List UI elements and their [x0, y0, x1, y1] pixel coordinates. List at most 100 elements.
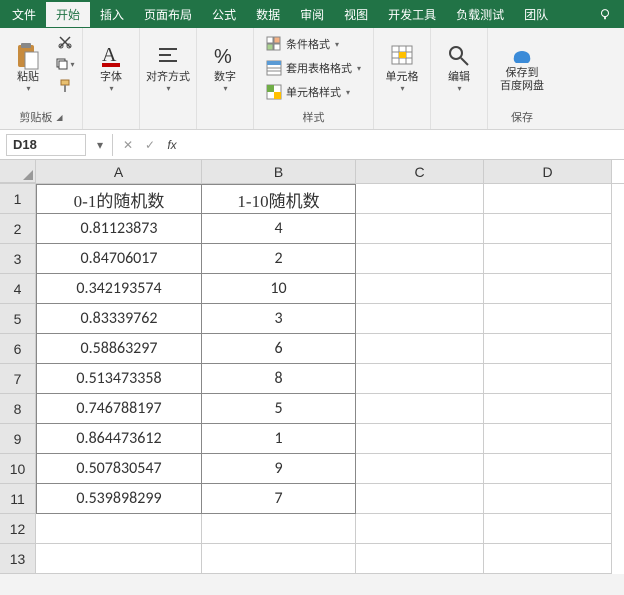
- tell-me-icon[interactable]: [588, 3, 622, 25]
- cell[interactable]: [484, 364, 612, 394]
- number-button[interactable]: % 数字▾: [203, 32, 247, 102]
- cell[interactable]: [202, 544, 356, 574]
- cell[interactable]: [356, 184, 484, 214]
- row-header[interactable]: 1: [0, 184, 36, 214]
- cell[interactable]: [36, 544, 202, 574]
- row-header[interactable]: 6: [0, 334, 36, 364]
- cell[interactable]: [484, 304, 612, 334]
- cell[interactable]: 3: [202, 304, 356, 334]
- cell[interactable]: 0.342193574: [36, 274, 202, 304]
- cell[interactable]: [356, 424, 484, 454]
- cell[interactable]: [356, 304, 484, 334]
- row-header[interactable]: 10: [0, 454, 36, 484]
- tab-dev[interactable]: 开发工具: [378, 2, 446, 27]
- tab-insert[interactable]: 插入: [90, 2, 134, 27]
- save-baidu-button[interactable]: 保存到 百度网盘: [494, 32, 550, 102]
- tab-start[interactable]: 开始: [46, 2, 90, 27]
- cell[interactable]: 10: [202, 274, 356, 304]
- cell[interactable]: 9: [202, 454, 356, 484]
- cell[interactable]: [356, 514, 484, 544]
- cell[interactable]: [356, 454, 484, 484]
- tab-data[interactable]: 数据: [246, 2, 290, 27]
- cancel-formula-icon[interactable]: ✕: [117, 138, 139, 152]
- cell[interactable]: 0.864473612: [36, 424, 202, 454]
- cell[interactable]: [484, 184, 612, 214]
- table-format-button[interactable]: 套用表格格式▾: [266, 58, 361, 78]
- cell-styles-button[interactable]: 单元格样式▾: [266, 82, 350, 102]
- conditional-format-button[interactable]: 条件格式▾: [266, 34, 339, 54]
- col-header-d[interactable]: D: [484, 160, 612, 183]
- cell[interactable]: [484, 394, 612, 424]
- cell[interactable]: [484, 274, 612, 304]
- cell[interactable]: 0.58863297: [36, 334, 202, 364]
- row-header[interactable]: 5: [0, 304, 36, 334]
- cell[interactable]: 1-10随机数: [202, 184, 356, 214]
- cell[interactable]: 0-1的随机数: [36, 184, 202, 214]
- cell[interactable]: [484, 214, 612, 244]
- enter-formula-icon[interactable]: ✓: [139, 138, 161, 152]
- tab-formula[interactable]: 公式: [202, 2, 246, 27]
- cell[interactable]: 4: [202, 214, 356, 244]
- cell[interactable]: [36, 514, 202, 544]
- row-header[interactable]: 8: [0, 394, 36, 424]
- row-header[interactable]: 9: [0, 424, 36, 454]
- copy-button[interactable]: ▾: [54, 54, 76, 74]
- col-header-a[interactable]: A: [36, 160, 202, 183]
- cell[interactable]: 0.746788197: [36, 394, 202, 424]
- alignment-button[interactable]: 对齐方式▾: [146, 32, 190, 102]
- cell[interactable]: [356, 394, 484, 424]
- tab-load[interactable]: 负载测试: [446, 2, 514, 27]
- cell[interactable]: [484, 544, 612, 574]
- row-header[interactable]: 3: [0, 244, 36, 274]
- cell[interactable]: [484, 334, 612, 364]
- row-header[interactable]: 7: [0, 364, 36, 394]
- tab-team[interactable]: 团队: [514, 2, 558, 27]
- row-header[interactable]: 13: [0, 544, 36, 574]
- cell[interactable]: [356, 274, 484, 304]
- row-header[interactable]: 12: [0, 514, 36, 544]
- select-all-corner[interactable]: [0, 160, 36, 183]
- cell[interactable]: 5: [202, 394, 356, 424]
- cell[interactable]: 8: [202, 364, 356, 394]
- tab-review[interactable]: 审阅: [290, 2, 334, 27]
- editing-button[interactable]: 编辑▾: [437, 32, 481, 102]
- cell[interactable]: 0.513473358: [36, 364, 202, 394]
- name-box[interactable]: D18: [6, 134, 86, 156]
- cell[interactable]: [356, 334, 484, 364]
- cell[interactable]: 1: [202, 424, 356, 454]
- cell[interactable]: [202, 514, 356, 544]
- row-header[interactable]: 4: [0, 274, 36, 304]
- cell[interactable]: 6: [202, 334, 356, 364]
- cell[interactable]: 0.507830547: [36, 454, 202, 484]
- row-header[interactable]: 2: [0, 214, 36, 244]
- col-header-c[interactable]: C: [356, 160, 484, 183]
- format-painter-button[interactable]: [54, 76, 76, 96]
- cell[interactable]: [356, 214, 484, 244]
- tab-layout[interactable]: 页面布局: [134, 2, 202, 27]
- cell[interactable]: 7: [202, 484, 356, 514]
- cut-button[interactable]: [54, 32, 76, 52]
- cells-button[interactable]: 单元格▾: [380, 32, 424, 102]
- tab-view[interactable]: 视图: [334, 2, 378, 27]
- fx-icon[interactable]: fx: [161, 138, 183, 152]
- cell[interactable]: 0.83339762: [36, 304, 202, 334]
- cell[interactable]: [484, 424, 612, 454]
- formula-input[interactable]: [183, 134, 624, 156]
- font-button[interactable]: A 字体▾: [89, 32, 133, 102]
- name-box-dropdown[interactable]: ▾: [92, 138, 108, 152]
- cell[interactable]: [356, 544, 484, 574]
- cell[interactable]: [356, 364, 484, 394]
- cell[interactable]: [356, 484, 484, 514]
- cell[interactable]: [484, 484, 612, 514]
- cell[interactable]: [484, 454, 612, 484]
- cell[interactable]: 2: [202, 244, 356, 274]
- paste-button[interactable]: 粘贴▾: [6, 32, 50, 102]
- cell[interactable]: 0.84706017: [36, 244, 202, 274]
- row-header[interactable]: 11: [0, 484, 36, 514]
- cell[interactable]: [484, 244, 612, 274]
- cell[interactable]: 0.81123873: [36, 214, 202, 244]
- cell[interactable]: [356, 244, 484, 274]
- tab-file[interactable]: 文件: [2, 2, 46, 27]
- cell[interactable]: [484, 514, 612, 544]
- cell[interactable]: 0.539898299: [36, 484, 202, 514]
